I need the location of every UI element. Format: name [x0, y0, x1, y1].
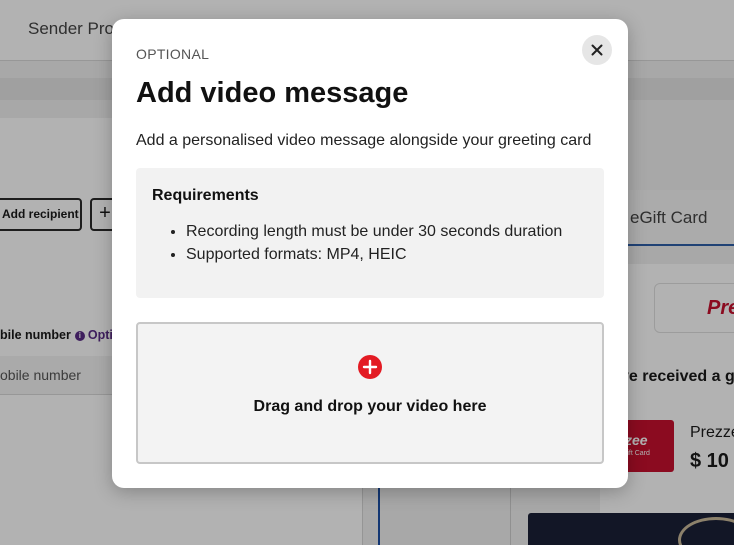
optional-label: OPTIONAL: [136, 46, 210, 62]
close-icon: [591, 44, 603, 56]
modal-description: Add a personalised video message alongsi…: [136, 132, 592, 149]
close-button[interactable]: [582, 35, 612, 65]
requirement-item: Recording length must be under 30 second…: [186, 220, 562, 243]
requirements-list: Recording length must be under 30 second…: [152, 220, 562, 266]
video-message-modal: OPTIONAL Add video message Add a persona…: [112, 19, 628, 488]
add-circle-icon: [358, 355, 382, 379]
modal-title: Add video message: [136, 77, 409, 109]
video-dropzone[interactable]: Drag and drop your video here: [136, 322, 604, 464]
requirement-item: Supported formats: MP4, HEIC: [186, 243, 562, 266]
requirements-title: Requirements: [152, 187, 259, 204]
requirements-box: Requirements Recording length must be un…: [136, 168, 604, 298]
dropzone-label: Drag and drop your video here: [253, 398, 487, 415]
